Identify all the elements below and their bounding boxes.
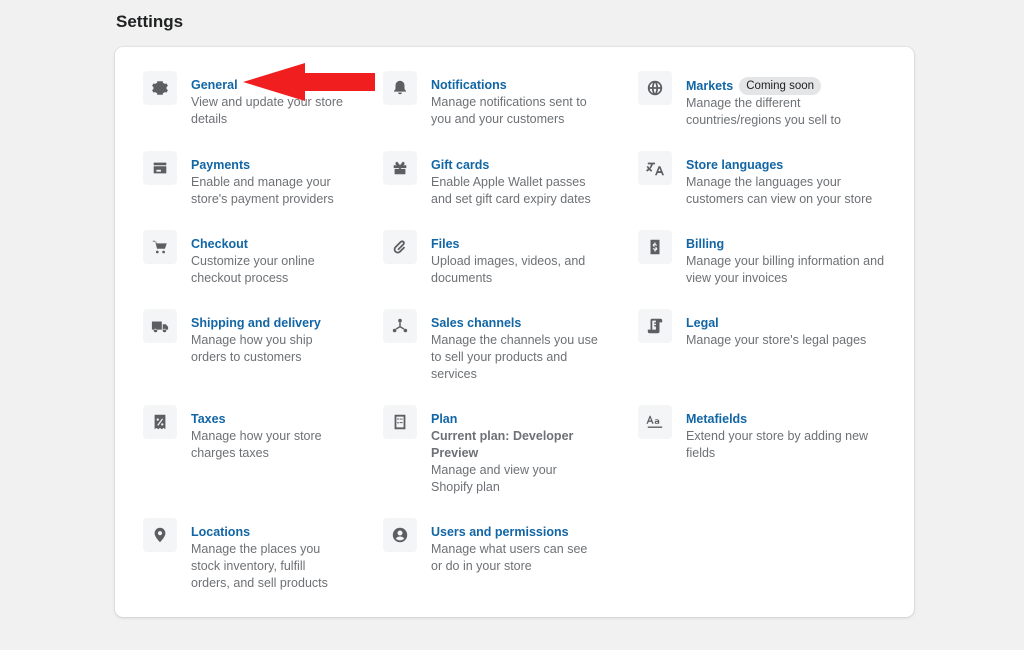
item-title[interactable]: Plan: [431, 411, 457, 428]
settings-item-gift-cards[interactable]: Gift cards Enable Apple Wallet passes an…: [383, 151, 598, 208]
item-description: Manage the channels you use to sell your…: [431, 333, 598, 381]
item-title[interactable]: Shipping and delivery: [191, 315, 321, 332]
settings-card: General View and update your store detai…: [115, 47, 914, 617]
item-description: Customize your online checkout process: [191, 254, 315, 285]
coming-soon-badge: Coming soon: [739, 77, 822, 95]
page-title: Settings: [116, 12, 184, 31]
item-title[interactable]: Sales channels: [431, 315, 521, 332]
settings-item-legal[interactable]: Legal Manage your store's legal pages: [638, 309, 888, 349]
paperclip-icon: [383, 230, 417, 264]
item-description: Enable Apple Wallet passes and set gift …: [431, 175, 591, 206]
item-title[interactable]: Metafields: [686, 411, 747, 428]
item-description: Enable and manage your store's payment p…: [191, 175, 334, 206]
item-title[interactable]: Checkout: [191, 236, 248, 253]
item-title[interactable]: Users and permissions: [431, 524, 569, 541]
scroll-icon: [638, 309, 672, 343]
item-title[interactable]: Payments: [191, 157, 250, 174]
checklist-icon: [383, 405, 417, 439]
settings-item-users-permissions[interactable]: Users and permissions Manage what users …: [383, 518, 598, 575]
item-title[interactable]: Taxes: [191, 411, 226, 428]
channels-icon: [383, 309, 417, 343]
settings-item-metafields[interactable]: Metafields Extend your store by adding n…: [638, 405, 888, 462]
truck-icon: [143, 309, 177, 343]
current-plan-label: Current plan: Developer Preview: [431, 429, 574, 460]
item-description: Manage notifications sent to you and you…: [431, 95, 587, 126]
item-description: Manage how you ship orders to customers: [191, 333, 313, 364]
bell-icon: [383, 71, 417, 105]
item-title[interactable]: Locations: [191, 524, 250, 541]
settings-item-notifications[interactable]: Notifications Manage notifications sent …: [383, 71, 598, 128]
settings-item-files[interactable]: Files Upload images, videos, and documen…: [383, 230, 598, 287]
item-description: Manage and view your Shopify plan: [431, 463, 557, 494]
credit-card-icon: [143, 151, 177, 185]
settings-item-checkout[interactable]: Checkout Customize your online checkout …: [143, 230, 358, 287]
translate-icon: [638, 151, 672, 185]
item-description: Manage the places you stock inventory, f…: [191, 542, 328, 590]
annotation-arrow-icon: [243, 63, 375, 101]
item-title[interactable]: General: [191, 77, 238, 94]
item-description: Manage what users can see or do in your …: [431, 542, 588, 573]
item-title[interactable]: Markets: [686, 78, 733, 95]
settings-item-markets[interactable]: Markets Coming soon Manage the different…: [638, 71, 853, 129]
settings-item-payments[interactable]: Payments Enable and manage your store's …: [143, 151, 358, 208]
item-description: Manage the languages your customers can …: [686, 175, 873, 206]
settings-item-store-languages[interactable]: Store languages Manage the languages you…: [638, 151, 888, 208]
item-description: Extend your store by adding new fields: [686, 429, 869, 460]
metafields-icon: [638, 405, 672, 439]
settings-item-locations[interactable]: Locations Manage the places you stock in…: [143, 518, 358, 592]
cart-icon: [143, 230, 177, 264]
settings-item-shipping[interactable]: Shipping and delivery Manage how you shi…: [143, 309, 358, 366]
globe-icon: [638, 71, 672, 105]
gear-icon: [143, 71, 177, 105]
item-description: Manage how your store charges taxes: [191, 429, 322, 460]
item-description: Manage your store's legal pages: [686, 333, 867, 347]
item-title[interactable]: Files: [431, 236, 460, 253]
item-description: Upload images, videos, and documents: [431, 254, 586, 285]
item-title[interactable]: Store languages: [686, 157, 783, 174]
location-pin-icon: [143, 518, 177, 552]
settings-item-taxes[interactable]: Taxes Manage how your store charges taxe…: [143, 405, 358, 462]
settings-item-plan[interactable]: Plan Current plan: Developer Preview Man…: [383, 405, 598, 496]
item-title[interactable]: Legal: [686, 315, 719, 332]
item-title[interactable]: Gift cards: [431, 157, 489, 174]
item-description: Manage your billing information and view…: [686, 254, 885, 285]
settings-item-billing[interactable]: Billing Manage your billing information …: [638, 230, 888, 287]
user-circle-icon: [383, 518, 417, 552]
item-description: Manage the different countries/regions y…: [686, 96, 841, 127]
gift-icon: [383, 151, 417, 185]
item-title[interactable]: Notifications: [431, 77, 507, 94]
item-title[interactable]: Billing: [686, 236, 724, 253]
settings-item-sales-channels[interactable]: Sales channels Manage the channels you u…: [383, 309, 598, 383]
dollar-icon: [638, 230, 672, 264]
tax-receipt-icon: [143, 405, 177, 439]
